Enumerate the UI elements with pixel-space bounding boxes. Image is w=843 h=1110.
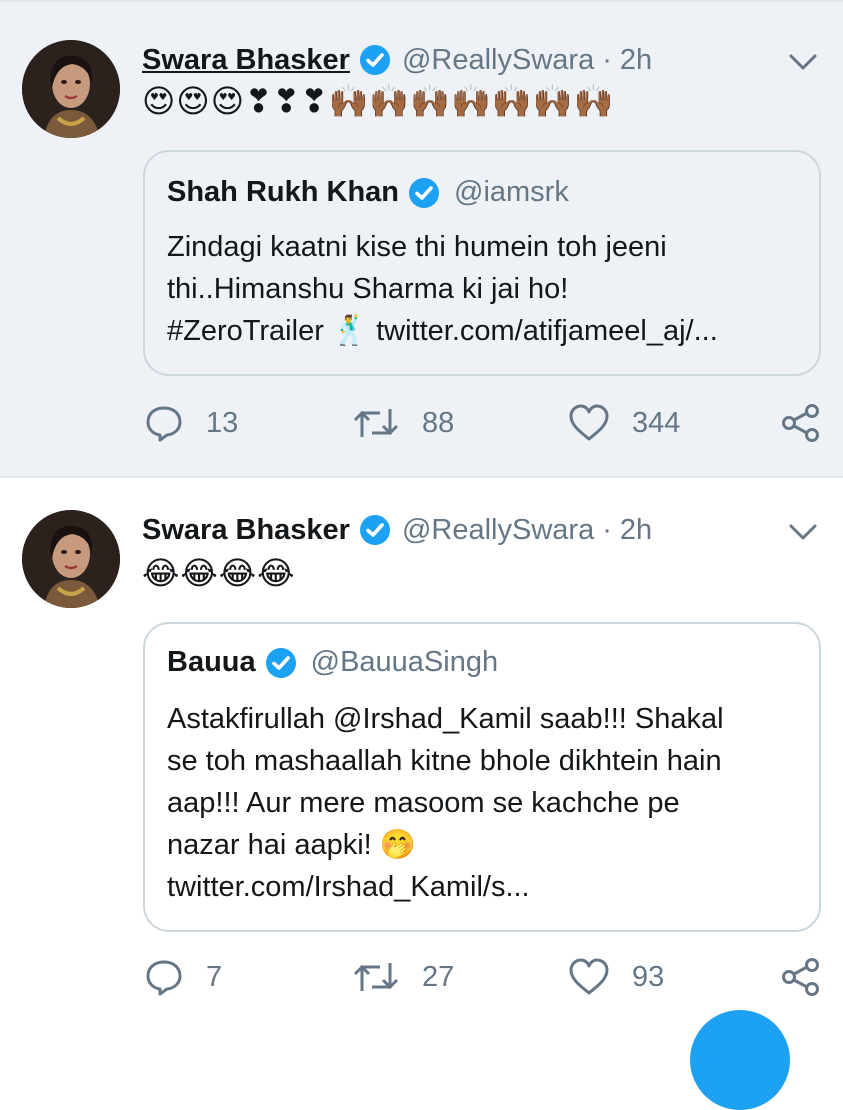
share-button[interactable] bbox=[780, 952, 822, 1002]
avatar[interactable] bbox=[22, 510, 120, 608]
quoted-text-line: #ZeroTrailer 🕺 twitter.com/atifjameel_aj… bbox=[167, 315, 718, 347]
retweet-icon bbox=[352, 957, 400, 997]
chevron-down-icon[interactable] bbox=[785, 44, 821, 80]
reply-button[interactable]: 7 bbox=[144, 952, 222, 1002]
author-handle[interactable]: @ReallySwara bbox=[402, 44, 594, 77]
tweet[interactable]: Swara Bhasker @ReallySwara · 2h 😍😍😍❣❣❣🙌🏾… bbox=[0, 0, 843, 478]
avatar[interactable] bbox=[22, 40, 120, 138]
tweet[interactable]: Swara Bhasker @ReallySwara · 2h 😂😂😂😂 Bau… bbox=[0, 476, 843, 1026]
reply-count: 7 bbox=[206, 960, 223, 993]
tweet-actions: 7 27 93 bbox=[144, 952, 824, 1002]
quoted-text-line: twitter.com/Irshad_Kamil/s... bbox=[167, 871, 530, 903]
retweet-button[interactable]: 27 bbox=[352, 952, 454, 1002]
reply-icon bbox=[144, 957, 184, 997]
separator-dot: · bbox=[602, 43, 612, 76]
quoted-author-name: Bauua bbox=[167, 646, 256, 678]
timestamp[interactable]: 2h bbox=[620, 44, 652, 77]
retweet-button[interactable]: 88 bbox=[352, 398, 454, 448]
quoted-tweet-header: Shah Rukh Khan @iamsrk bbox=[167, 176, 569, 209]
chevron-down-icon[interactable] bbox=[785, 514, 821, 550]
quoted-text-line: se toh mashaallah kitne bhole dikhtein h… bbox=[167, 745, 722, 777]
quoted-tweet[interactable]: Shah Rukh Khan @iamsrk Zindagi kaatni ki… bbox=[143, 150, 821, 376]
like-count: 93 bbox=[632, 960, 665, 993]
reply-button[interactable]: 13 bbox=[144, 398, 238, 448]
verified-badge-icon bbox=[359, 44, 391, 76]
quoted-author-handle: @BauuaSingh bbox=[310, 646, 499, 678]
quoted-tweet-header: Bauua @BauuaSingh bbox=[167, 646, 498, 679]
retweet-count: 27 bbox=[422, 960, 455, 993]
timestamp[interactable]: 2h bbox=[620, 514, 652, 547]
tweet-header: Swara Bhasker @ReallySwara · 2h bbox=[142, 40, 652, 80]
heart-icon bbox=[568, 957, 610, 997]
separator-dot: · bbox=[602, 513, 612, 546]
share-button[interactable] bbox=[780, 398, 822, 448]
verified-badge-icon bbox=[265, 647, 297, 679]
author-name[interactable]: Swara Bhasker bbox=[142, 44, 350, 77]
verified-badge-icon bbox=[408, 177, 440, 209]
tweet-header: Swara Bhasker @ReallySwara · 2h bbox=[142, 510, 652, 550]
quoted-text-line: Astakfirullah @Irshad_Kamil saab!!! Shak… bbox=[167, 703, 724, 735]
tweet-text: 😂😂😂😂 bbox=[142, 554, 296, 592]
tweet-text: 😍😍😍❣❣❣🙌🏾🙌🏾🙌🏾🙌🏾🙌🏾🙌🏾🙌🏾 bbox=[142, 82, 615, 120]
retweet-icon bbox=[352, 403, 400, 443]
share-icon bbox=[780, 956, 822, 998]
author-name[interactable]: Swara Bhasker bbox=[142, 514, 350, 547]
quoted-tweet-text: Astakfirullah @Irshad_Kamil saab!!! Shak… bbox=[167, 698, 807, 908]
heart-icon bbox=[568, 403, 610, 443]
tweet-actions: 13 88 344 bbox=[144, 398, 824, 448]
reply-count: 13 bbox=[206, 406, 239, 439]
retweet-count: 88 bbox=[422, 406, 455, 439]
quoted-text-line: nazar hai aapki! 🤭 bbox=[167, 829, 416, 861]
quoted-tweet-text: Zindagi kaatni kise thi humein toh jeeni… bbox=[167, 226, 807, 352]
quoted-text-line: Zindagi kaatni kise thi humein toh jeeni bbox=[167, 231, 667, 263]
like-count: 344 bbox=[632, 406, 681, 439]
quoted-text-line: thi..Himanshu Sharma ki jai ho! bbox=[167, 273, 569, 305]
quoted-text-line: aap!!! Aur mere masoom se kachche pe bbox=[167, 787, 680, 819]
like-button[interactable]: 93 bbox=[568, 952, 664, 1002]
quoted-author-handle: @iamsrk bbox=[454, 176, 569, 208]
quoted-author-name: Shah Rukh Khan bbox=[167, 176, 400, 208]
compose-tweet-button[interactable] bbox=[690, 1010, 790, 1110]
share-icon bbox=[780, 402, 822, 444]
author-handle[interactable]: @ReallySwara bbox=[402, 514, 594, 547]
like-button[interactable]: 344 bbox=[568, 398, 680, 448]
verified-badge-icon bbox=[359, 514, 391, 546]
reply-icon bbox=[144, 403, 184, 443]
quoted-tweet[interactable]: Bauua @BauuaSingh Astakfirullah @Irshad_… bbox=[143, 622, 821, 932]
